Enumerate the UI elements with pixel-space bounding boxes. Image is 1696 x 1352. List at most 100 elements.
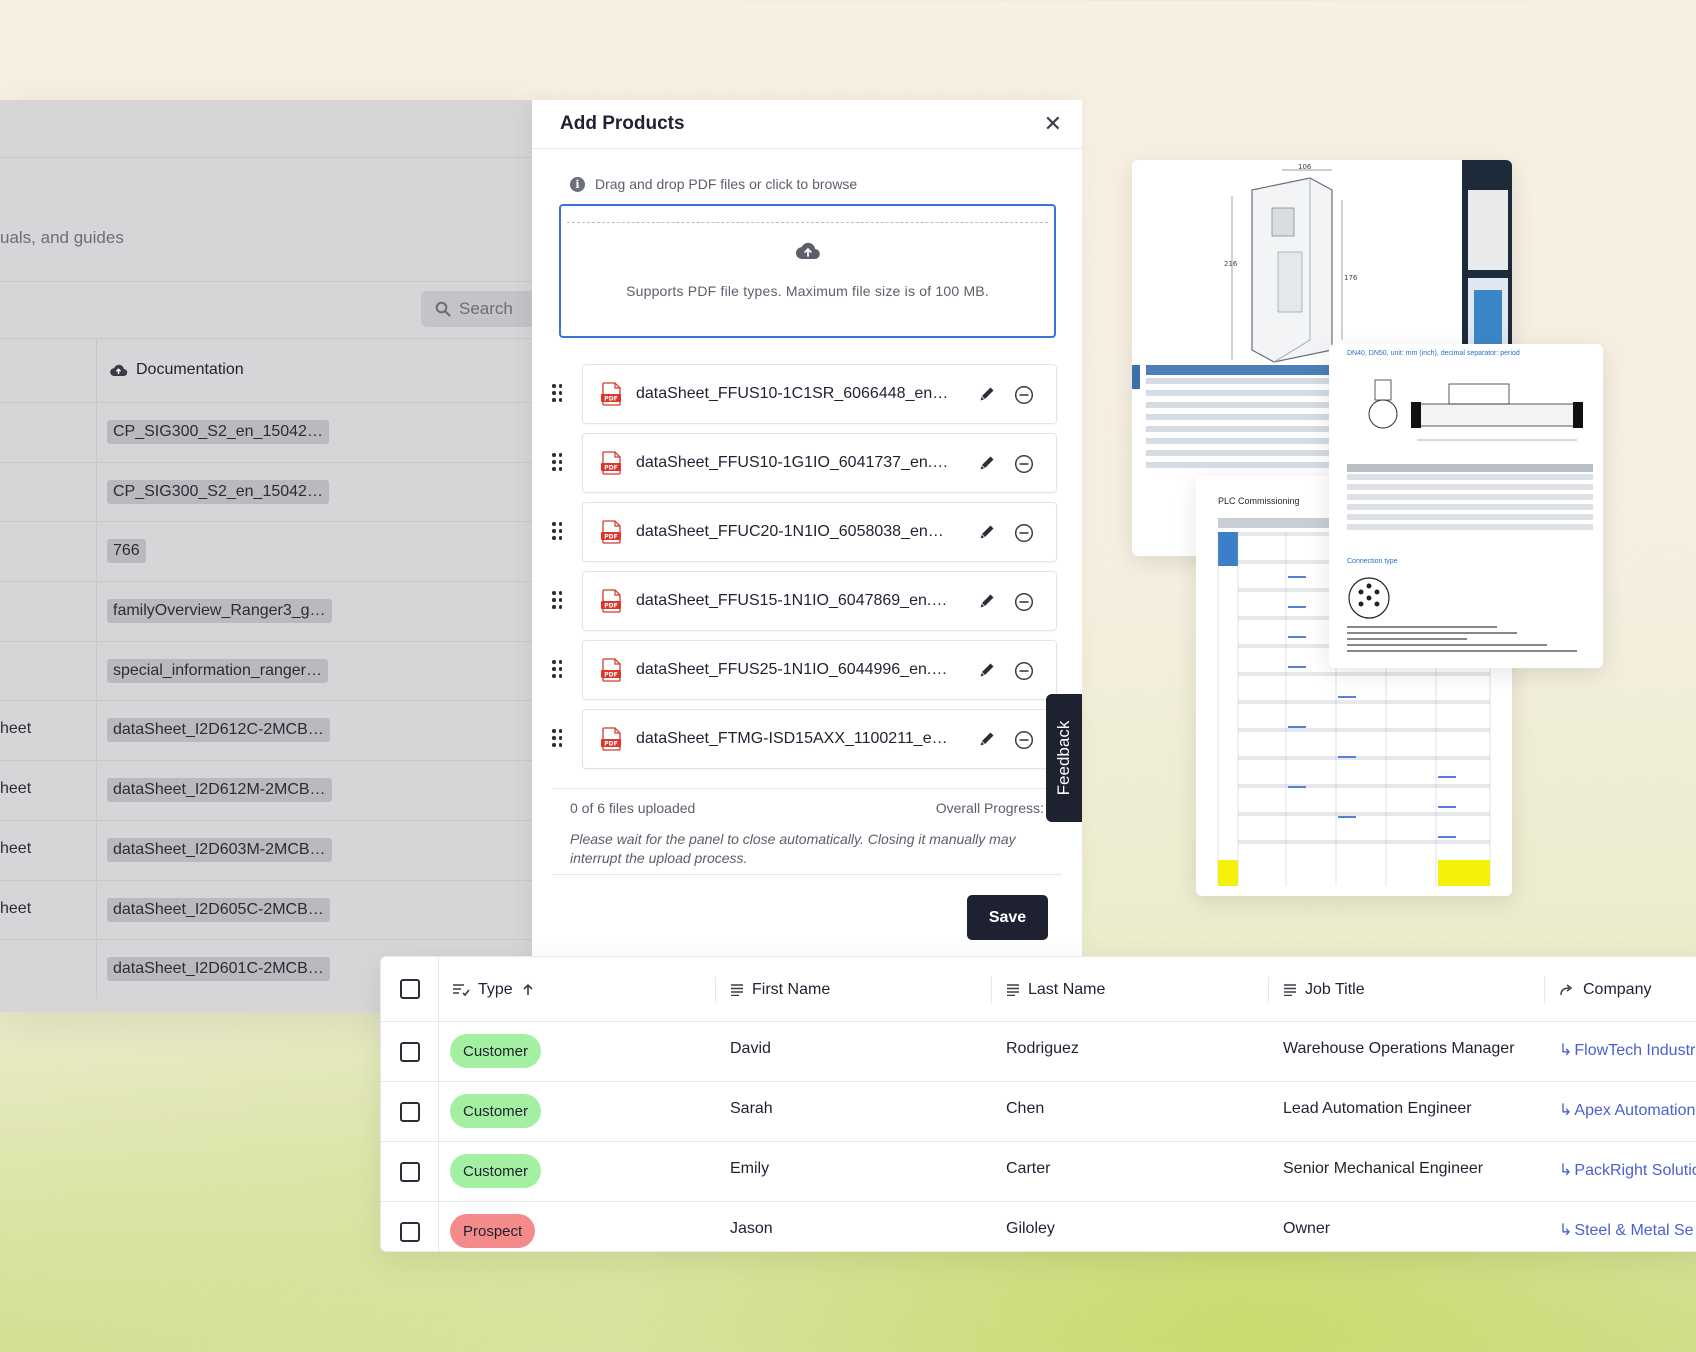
column-header-type[interactable]: Type [452, 957, 535, 1022]
company-name: FlowTech Industr [1574, 1042, 1696, 1059]
row-checkbox[interactable] [400, 1222, 420, 1242]
column-header-last-name[interactable]: Last Name [1006, 957, 1105, 1022]
column-divider [96, 820, 97, 880]
table-body: Customer David Rodriguez Warehouse Operatio… [381, 1022, 1696, 1251]
company-name: Steel & Metal Se [1574, 1222, 1694, 1239]
close-icon[interactable]: ✕ [1044, 113, 1062, 135]
file-name: dataSheet_FFUS10-1C1SR_6066448_en… [636, 385, 949, 402]
svg-text:PDF: PDF [604, 533, 617, 540]
column-divider [991, 977, 992, 1003]
drag-handle-icon[interactable] [552, 660, 564, 678]
background-search[interactable]: Search [421, 291, 532, 327]
background-rows: CP_SIG300_S2_en_15042… CP_SIG300_S2_en_15… [0, 402, 532, 999]
background-row-label: heet [0, 780, 32, 798]
company-link[interactable]: ↳ Apex Automation [1559, 1100, 1695, 1120]
background-row[interactable]: special_information_ranger… [0, 640, 532, 701]
column-header-job-title[interactable]: Job Title [1283, 957, 1365, 1022]
upload-hint: i Drag and drop PDF files or click to br… [570, 176, 857, 192]
modal-title: Add Products [560, 113, 685, 134]
save-button[interactable]: Save [967, 895, 1048, 940]
row-checkbox[interactable] [400, 1042, 420, 1062]
relation-arrow-icon [1560, 983, 1573, 995]
column-header-company[interactable]: Company [1559, 957, 1651, 1022]
drag-handle-icon[interactable] [552, 729, 564, 747]
table-row[interactable]: Customer Sarah Chen Lead Automation Enginee… [381, 1082, 1696, 1142]
documentation-column-header[interactable]: Documentation [96, 338, 532, 402]
background-row[interactable]: heet dataSheet_I2D605C-2MCB… [0, 879, 532, 940]
wait-note: Please wait for the panel to close autom… [570, 831, 1016, 866]
link-arrow-icon: ↳ [1559, 1162, 1573, 1179]
document-chip[interactable]: dataSheet_I2D605C-2MCB… [107, 897, 330, 922]
document-chip[interactable]: special_information_ranger… [107, 658, 328, 683]
search-label: Search [459, 299, 513, 318]
file-name: dataSheet_FFUS10-1G1IO_6041737_en.p… [636, 454, 956, 471]
background-row[interactable]: CP_SIG300_S2_en_15042… [0, 402, 532, 462]
info-icon: i [570, 176, 585, 192]
remove-circle-icon[interactable] [1014, 523, 1034, 543]
pdf-file-icon: PDF [601, 382, 621, 406]
drag-handle-icon[interactable] [552, 591, 564, 609]
column-header-first-name[interactable]: First Name [730, 957, 830, 1022]
background-row[interactable]: 766 [0, 521, 532, 582]
column-company-label: Company [1583, 980, 1652, 998]
column-divider [96, 761, 97, 820]
background-row[interactable]: heet dataSheet_I2D612M-2MCB… [0, 760, 532, 820]
company-name: Apex Automation [1574, 1102, 1696, 1119]
feedback-tab[interactable]: Feedback [1046, 694, 1082, 822]
table-row[interactable]: Prospect Jason Giloley Owner ↳ Steel & Metal … [381, 1202, 1696, 1251]
svg-text:216: 216 [1224, 260, 1238, 268]
pdf-dropzone[interactable]: Supports PDF file types. Maximum file si… [559, 204, 1056, 338]
company-link[interactable]: ↳ FlowTech Industr [1559, 1040, 1695, 1060]
pencil-icon[interactable] [978, 454, 996, 472]
background-row-label: heet [0, 839, 32, 857]
file-row: PDF dataSheet_FFUS10-1C1SR_6066448_en… [552, 364, 1062, 433]
remove-circle-icon[interactable] [1014, 592, 1034, 612]
remove-circle-icon[interactable] [1014, 385, 1034, 405]
type-badge: Prospect [450, 1214, 536, 1248]
company-link[interactable]: ↳ Steel & Metal Se [1559, 1220, 1694, 1240]
pencil-icon[interactable] [978, 523, 996, 541]
row-checkbox[interactable] [400, 1162, 420, 1182]
drag-handle-icon[interactable] [552, 384, 564, 402]
select-all-checkbox[interactable] [400, 979, 420, 999]
document-chip[interactable]: dataSheet_I2D601C-2MCB… [107, 957, 330, 982]
pencil-icon[interactable] [978, 730, 996, 748]
document-chip[interactable]: dataSheet_I2D612M-2MCB… [107, 778, 332, 803]
file-row: PDF dataSheet_FFUS25-1N1IO_6044996_en.… [552, 640, 1062, 709]
remove-circle-icon[interactable] [1014, 730, 1034, 750]
last-name-cell: Giloley [1006, 1220, 1055, 1237]
document-chip[interactable]: CP_SIG300_S2_en_15042… [107, 479, 329, 504]
upload-hint-text: Drag and drop PDF files or click to brow… [595, 176, 858, 192]
background-row[interactable]: heet dataSheet_I2D603M-2MCB… [0, 819, 532, 880]
remove-circle-icon[interactable] [1014, 454, 1034, 474]
table-row[interactable]: Customer David Rodriguez Warehouse Operatio… [381, 1022, 1696, 1082]
file-name: dataSheet_FTMG-ISD15AXX_1100211_e… [636, 730, 948, 747]
document-chip[interactable]: 766 [107, 539, 146, 564]
search-icon [435, 301, 451, 317]
background-row[interactable]: heet dataSheet_I2D612C-2MCB… [0, 700, 532, 761]
job-title-cell: Owner [1283, 1220, 1331, 1237]
document-chip[interactable]: dataSheet_I2D612C-2MCB… [107, 718, 330, 743]
remove-circle-icon[interactable] [1014, 661, 1034, 681]
pencil-icon[interactable] [978, 592, 996, 610]
file-row: PDF dataSheet_FFUC20-1N1IO_6058038_en… [552, 502, 1062, 571]
drag-handle-icon[interactable] [552, 522, 564, 540]
document-chip[interactable]: familyOverview_Ranger3_g… [107, 599, 332, 624]
type-badge: Customer [450, 1154, 542, 1188]
column-divider [438, 957, 439, 1021]
table-row[interactable]: Customer Emily Carter Senior Mechanical Eng… [381, 1142, 1696, 1202]
document-chip[interactable]: CP_SIG300_S2_en_15042… [107, 420, 329, 444]
pdf-file-icon: PDF [601, 520, 621, 544]
background-row[interactable]: familyOverview_Ranger3_g… [0, 581, 532, 641]
company-link[interactable]: ↳ PackRight Solutio [1559, 1160, 1696, 1180]
svg-text:PDF: PDF [604, 602, 617, 609]
pencil-icon[interactable] [978, 661, 996, 679]
background-app-window: uals, and guides Search Documentation CP… [0, 100, 532, 1012]
row-checkbox[interactable] [400, 1102, 420, 1122]
pencil-icon[interactable] [978, 385, 996, 403]
pdf-file-icon: PDF [601, 658, 621, 682]
document-chip[interactable]: dataSheet_I2D603M-2MCB… [107, 837, 332, 862]
background-row[interactable]: CP_SIG300_S2_en_15042… [0, 461, 532, 522]
column-last-name-label: Last Name [1028, 980, 1106, 998]
drag-handle-icon[interactable] [552, 453, 564, 471]
